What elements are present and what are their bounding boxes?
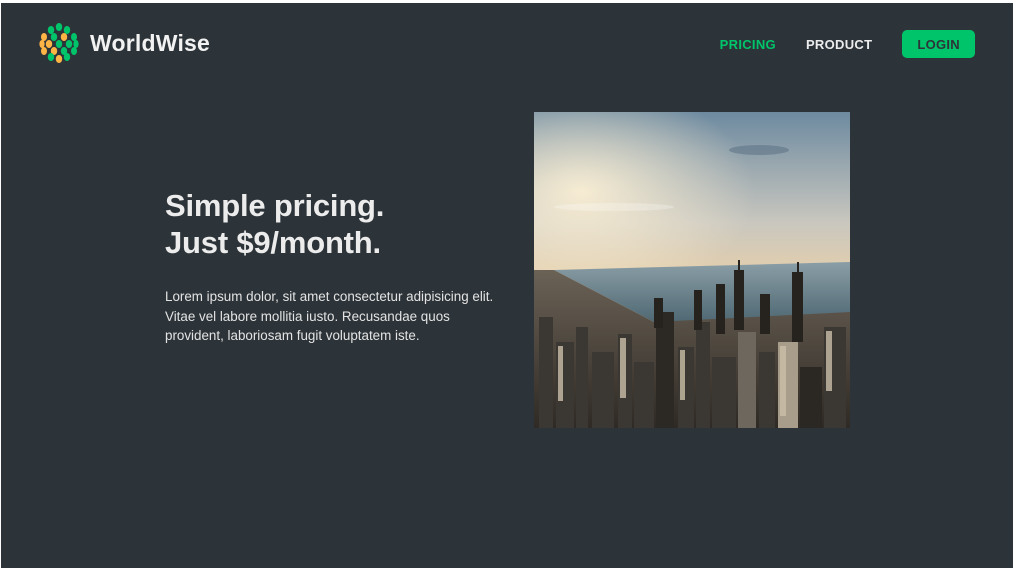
brand-name: WorldWise [90, 29, 211, 56]
city-skyline-photo [534, 112, 850, 428]
login-button[interactable]: LOGIN [902, 30, 975, 58]
pricing-headline: Simple pricing. Just $9/month. [165, 187, 495, 261]
globe-leaf-icon [39, 23, 79, 63]
headline-line-1: Simple pricing. [165, 188, 385, 223]
nav-link-product[interactable]: PRODUCT [806, 37, 872, 52]
nav-link-pricing[interactable]: PRICING [720, 37, 776, 52]
page: WorldWise PRICING PRODUCT LOGIN Simple p… [1, 3, 1013, 568]
headline-line-2: Just $9/month. [165, 225, 381, 260]
logo-link[interactable]: WorldWise [38, 22, 210, 64]
pricing-section: Simple pricing. Just $9/month. Lorem ips… [165, 187, 495, 346]
pricing-description: Lorem ipsum dolor, sit amet consectetur … [165, 289, 494, 343]
main-nav: PRICING PRODUCT LOGIN [720, 30, 975, 58]
